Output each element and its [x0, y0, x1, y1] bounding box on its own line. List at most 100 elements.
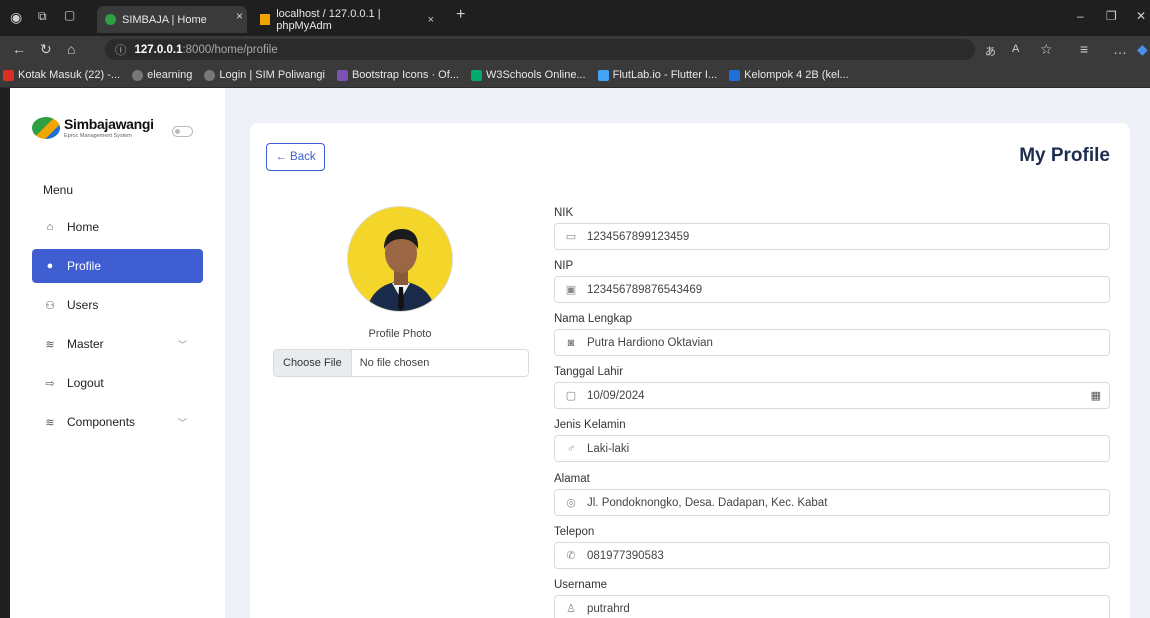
- stack-icon: ≋: [45, 416, 55, 429]
- phone-field[interactable]: ✆ 081977390583: [554, 542, 1110, 569]
- address-value: Jl. Pondoknongko, Desa. Dadapan, Kec. Ka…: [587, 496, 828, 509]
- page-viewport: Simbajawangi Eproc Management System Men…: [10, 88, 1150, 618]
- sidebar-item-master[interactable]: ≋ Master ﹀: [32, 327, 203, 361]
- read-aloud-icon[interactable]: A: [1012, 43, 1019, 55]
- file-status: No file chosen: [359, 357, 430, 369]
- gender-label: Jenis Kelamin: [554, 419, 626, 431]
- translate-icon[interactable]: あ: [985, 43, 996, 59]
- birthdate-field[interactable]: ▢ 10/09/2024 ▦: [554, 382, 1110, 409]
- more-icon[interactable]: …: [1113, 41, 1127, 57]
- calendar-icon: ▢: [565, 390, 577, 402]
- sidebar-item-components[interactable]: ≋ Components ﹀: [32, 405, 203, 439]
- chevron-down-icon[interactable]: ﹀: [178, 338, 187, 351]
- url-field[interactable]: ⓘ 127.0.0.1:8000/home/profile: [105, 39, 975, 60]
- new-tab-icon[interactable]: +: [456, 6, 465, 24]
- close-window-icon[interactable]: ✕: [1136, 9, 1146, 23]
- person-badge-icon: ◙: [567, 336, 575, 349]
- sidebar-item-label: Users: [67, 298, 99, 312]
- flutter-icon: [597, 69, 609, 81]
- logo-icon: [32, 116, 60, 139]
- sidebar-item-logout[interactable]: ⇨ Logout: [32, 366, 203, 400]
- tab-favicon-icon: [105, 14, 116, 25]
- sidebar-item-profile[interactable]: ● Profile: [32, 249, 203, 283]
- minimize-icon[interactable]: –: [1077, 9, 1084, 23]
- house-icon: ⌂: [46, 221, 54, 233]
- bookmark-item[interactable]: FlutLab.io - Flutter I...: [597, 69, 717, 81]
- phone-icon: ✆: [566, 550, 576, 562]
- bookmark-item[interactable]: Kelompok 4 2B (kel...: [729, 69, 849, 81]
- tab-simbaja[interactable]: SIMBAJA | Home: [97, 6, 247, 33]
- copilot-icon[interactable]: ◆: [1137, 41, 1148, 58]
- url-path: :8000/home/profile: [182, 43, 278, 56]
- birthdate-value: 10/09/2024: [587, 389, 645, 402]
- name-field[interactable]: ◙ Putra Hardiono Oktavian: [554, 329, 1110, 356]
- site-icon: [204, 69, 216, 81]
- profile-icon[interactable]: ◉: [10, 9, 22, 26]
- sidebar-item-label: Logout: [67, 376, 104, 390]
- address-bar: ← ↻ ⌂ ⓘ 127.0.0.1:8000/home/profile あ A …: [0, 36, 1150, 63]
- phone-label: Telepon: [554, 526, 595, 538]
- people-icon: ⚇: [45, 299, 55, 312]
- sidebar-item-label: Master: [67, 337, 104, 351]
- tab-title: SIMBAJA | Home: [122, 13, 207, 26]
- workspaces-icon[interactable]: ⧉: [38, 9, 47, 24]
- gender-male-icon: ♂: [566, 442, 576, 455]
- tab-phpmyadmin[interactable]: localhost / 127.0.0.1 | phpMyAdm ×: [252, 6, 442, 33]
- profile-card: ← Back My Profile Profile Photo Choose F…: [250, 123, 1130, 618]
- bookmarks-bar: Kotak Masuk (22) -... elearning Login | …: [0, 63, 1150, 88]
- brand-title: Simbajawangi: [64, 116, 154, 132]
- badge-icon: ▣: [565, 284, 577, 296]
- favorite-star-icon[interactable]: ☆: [1040, 41, 1053, 58]
- trello-icon: [729, 69, 741, 81]
- nip-value: 123456789876543469: [587, 283, 703, 296]
- close-tab-icon[interactable]: ×: [428, 14, 434, 26]
- sidebar-item-label: Home: [67, 220, 100, 234]
- theme-toggle[interactable]: [172, 126, 193, 137]
- photo-file-input[interactable]: Choose File No file chosen: [273, 349, 529, 377]
- brand-logo[interactable]: Simbajawangi Eproc Management System: [32, 116, 154, 139]
- bookmark-item[interactable]: W3Schools Online...: [470, 69, 586, 81]
- back-arrow-icon[interactable]: ←: [12, 41, 26, 57]
- info-icon[interactable]: ⓘ: [115, 42, 127, 58]
- stack-icon: ≋: [45, 338, 55, 351]
- chevron-down-icon[interactable]: ﹀: [178, 416, 187, 429]
- window-edge: [0, 88, 10, 618]
- username-field[interactable]: ♙ putrahrd: [554, 595, 1110, 618]
- sidebar: Simbajawangi Eproc Management System Men…: [10, 88, 225, 618]
- bootstrap-icon: [336, 69, 348, 81]
- nip-label: NIP: [554, 260, 574, 272]
- phone-value: 081977390583: [587, 549, 664, 562]
- tab-actions-icon[interactable]: ▢: [64, 8, 75, 22]
- nik-field[interactable]: ▭ 1234567899123459: [554, 223, 1110, 250]
- bookmark-item[interactable]: Kotak Masuk (22) -...: [3, 69, 120, 81]
- user-icon: ♙: [566, 603, 576, 615]
- close-tab-icon[interactable]: ×: [236, 9, 243, 23]
- card-icon: ▭: [565, 231, 577, 243]
- logout-icon: ⇨: [45, 377, 55, 390]
- favorites-icon[interactable]: ≡: [1080, 41, 1088, 57]
- location-icon: ◎: [566, 497, 576, 509]
- back-button[interactable]: ← Back: [266, 143, 325, 171]
- nip-field[interactable]: ▣ 123456789876543469: [554, 276, 1110, 303]
- username-value: putrahrd: [587, 602, 630, 615]
- w3schools-icon: [470, 69, 482, 81]
- gender-field[interactable]: ♂ Laki-laki: [554, 435, 1110, 462]
- bookmark-item[interactable]: elearning: [132, 69, 192, 81]
- username-label: Username: [554, 579, 608, 591]
- bookmark-item[interactable]: Login | SIM Poliwangi: [204, 69, 325, 81]
- home-icon[interactable]: ⌂: [67, 41, 75, 57]
- sidebar-item-users[interactable]: ⚇ Users: [32, 288, 203, 322]
- date-picker-icon[interactable]: ▦: [1091, 389, 1101, 402]
- restore-icon[interactable]: ❐: [1106, 9, 1117, 23]
- sidebar-item-home[interactable]: ⌂ Home: [32, 210, 203, 244]
- bookmark-item[interactable]: Bootstrap Icons · Of...: [336, 69, 459, 81]
- site-icon: [132, 69, 144, 81]
- refresh-icon[interactable]: ↻: [40, 41, 52, 58]
- person-icon: ●: [46, 260, 54, 272]
- avatar-illustration: [348, 207, 452, 311]
- address-field[interactable]: ◎ Jl. Pondoknongko, Desa. Dadapan, Kec. …: [554, 489, 1110, 516]
- profile-photo: [347, 206, 453, 312]
- brand-subtitle: Eproc Management System: [64, 133, 132, 139]
- choose-file-button[interactable]: Choose File: [274, 350, 352, 376]
- sidebar-item-label: Profile: [67, 259, 102, 273]
